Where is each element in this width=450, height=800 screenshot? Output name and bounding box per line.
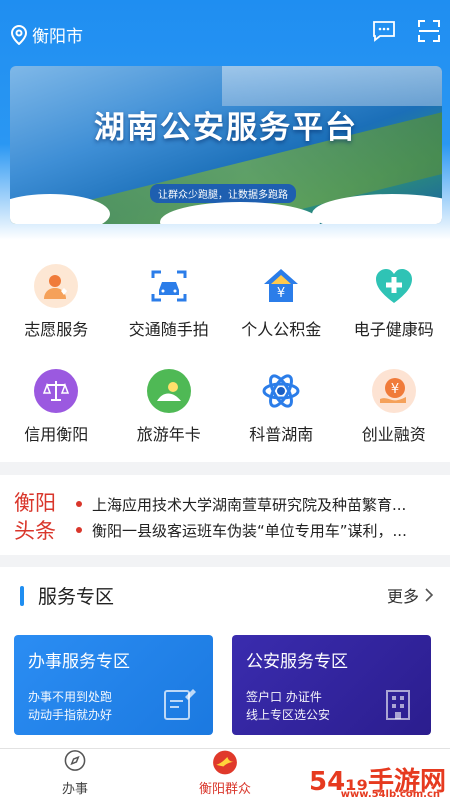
volunteer-icon — [34, 264, 79, 308]
grid-item-traffic[interactable]: 交通随手拍 — [113, 250, 226, 355]
grid-label: 个人公积金 — [241, 320, 322, 339]
finance-icon: ¥ — [371, 369, 416, 413]
grid-label: 旅游年卡 — [136, 425, 201, 444]
banner-subtitle: 让群众少跑腿，让数据多跑路 — [150, 184, 296, 203]
banner-title: 湖南公安服务平台 — [94, 110, 358, 146]
grid-item-travel[interactable]: 旅游年卡 — [113, 355, 226, 460]
svg-text:¥: ¥ — [277, 286, 285, 301]
tab-affairs[interactable]: 办事 — [0, 749, 150, 800]
news-item[interactable]: 衡阳一县级客运班车伪装“单位专用车”谋利，... — [76, 517, 440, 543]
atom-icon — [259, 369, 304, 413]
grid-label: 志愿服务 — [24, 320, 89, 339]
header: 衡阳市 湖南公安服务平台 让群众少跑腿，让数据多跑路 — [0, 0, 450, 240]
document-edit-icon — [164, 689, 196, 720]
service-zone: 服务专区 更多 办事服务专区 办事不用到处跑 动动手指就办好 公安服务专区 签户口… — [0, 567, 450, 752]
svg-text:¥: ¥ — [391, 382, 399, 397]
headline-news: 衡阳 头条 上海应用技术大学湖南萱草研究院及种苗繁育... 衡阳一县级客运班车伪… — [0, 475, 450, 555]
grid-item-health-code[interactable]: 电子健康码 — [338, 250, 450, 355]
scan-icon[interactable] — [418, 20, 440, 42]
grid-item-housing-fund[interactable]: ¥ 个人公积金 — [225, 250, 338, 355]
chevron-right-icon — [425, 588, 434, 602]
housing-fund-icon: ¥ — [259, 264, 304, 308]
tab-hengyang-masses[interactable]: 衡阳群众 — [150, 749, 300, 800]
credit-scale-icon — [34, 369, 79, 413]
function-grid: 志愿服务 交通随手拍 ¥ 个人公积金 电子健康码 信用衡阳 旅游年卡 科普湖南 — [0, 240, 450, 462]
grid-item-finance[interactable]: ¥ 创业融资 — [338, 355, 450, 460]
grid-label: 交通随手拍 — [128, 320, 209, 339]
hengyang-logo-icon — [213, 750, 237, 775]
news-tag: 衡阳 头条 — [14, 491, 56, 543]
grid-item-credit[interactable]: 信用衡阳 — [0, 355, 113, 460]
service-card-affairs[interactable]: 办事服务专区 办事不用到处跑 动动手指就办好 — [14, 635, 213, 735]
grid-item-science[interactable]: 科普湖南 — [225, 355, 338, 460]
grid-item-volunteer[interactable]: 志愿服务 — [0, 250, 113, 355]
city-name: 衡阳市 — [32, 27, 83, 47]
grid-label: 科普湖南 — [249, 425, 314, 444]
location-pin-icon — [10, 24, 28, 45]
section-title: 服务专区 — [20, 582, 114, 609]
bottom-tab-bar: 办事 衡阳群众 54₁₉手游网 www.54lb.com.cn — [0, 748, 450, 800]
health-code-icon — [371, 264, 416, 308]
location-selector[interactable]: 衡阳市 — [10, 22, 83, 47]
carousel-indicator — [10, 210, 442, 216]
compass-icon — [64, 750, 86, 771]
more-link[interactable]: 更多 — [387, 583, 434, 607]
message-icon[interactable] — [372, 20, 396, 42]
grid-label: 创业融资 — [361, 425, 426, 444]
travel-card-icon — [146, 369, 191, 413]
grid-label: 电子健康码 — [353, 320, 434, 339]
service-card-police[interactable]: 公安服务专区 签户口 办证件 线上专区选公安 — [232, 635, 431, 735]
watermark-logo: 54₁₉手游网 www.54lb.com.cn — [309, 767, 446, 800]
news-item[interactable]: 上海应用技术大学湖南萱草研究院及种苗繁育... — [76, 491, 440, 517]
promo-banner[interactable]: 湖南公安服务平台 让群众少跑腿，让数据多跑路 — [10, 66, 442, 224]
traffic-camera-icon — [146, 264, 191, 308]
grid-label: 信用衡阳 — [24, 425, 89, 444]
building-icon — [386, 690, 410, 720]
